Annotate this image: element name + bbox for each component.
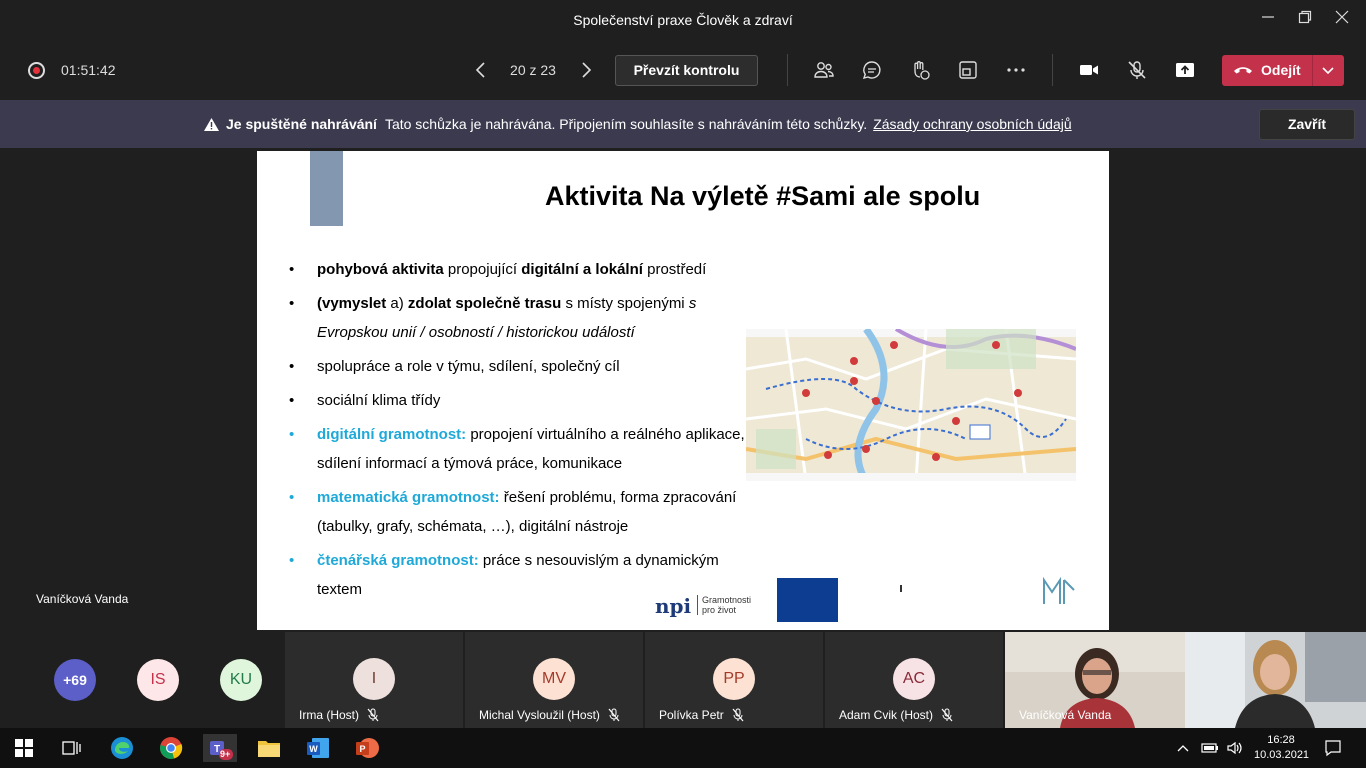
- avatar: MV: [533, 658, 575, 700]
- slide-bullets: pohybová aktivita propojující digitální …: [287, 255, 757, 609]
- participant-name: Vaníčková Vanda: [1019, 708, 1112, 722]
- slide-title: Aktivita Na výletě #Sami ale spolu: [545, 181, 981, 211]
- file-explorer-icon[interactable]: [255, 734, 283, 762]
- video-tile-self[interactable]: [1185, 632, 1366, 728]
- participant-tile[interactable]: I Irma (Host): [285, 632, 463, 728]
- volume-icon[interactable]: [1223, 734, 1247, 762]
- next-slide-button[interactable]: [571, 56, 601, 84]
- avatar[interactable]: KU: [220, 659, 262, 701]
- bullet-item: (vymyslet a) zdolat společně trasu s mís…: [287, 289, 757, 347]
- maximize-icon[interactable]: [1293, 8, 1317, 32]
- leave-label: Odejít: [1261, 62, 1301, 78]
- route-map-image: [746, 329, 1076, 481]
- avatar: AC: [893, 658, 935, 700]
- mic-off-icon: [608, 708, 620, 722]
- participant-name: Polívka Petr: [659, 708, 724, 722]
- teams-badge: 9+: [220, 749, 231, 759]
- edge-browser-icon[interactable]: [108, 734, 136, 762]
- content-stage: Vaníčková Vanda Aktivita Na výletě #Sami…: [0, 148, 1366, 632]
- recording-text: Tato schůzka je nahrávána. Připojením so…: [384, 116, 868, 132]
- more-options-icon[interactable]: [1001, 56, 1031, 84]
- take-control-button[interactable]: Převzít kontrolu: [615, 55, 758, 86]
- close-banner-button[interactable]: Zavřít: [1259, 109, 1355, 140]
- mic-muted-button[interactable]: [1122, 56, 1152, 84]
- clock-time: 16:28: [1267, 734, 1295, 746]
- recording-icon: [28, 62, 45, 79]
- clock-date: 10.03.2021: [1254, 749, 1310, 761]
- privacy-policy-link[interactable]: Zásady ochrany osobních údajů: [873, 116, 1071, 132]
- avatar[interactable]: IS: [137, 659, 179, 701]
- chevron-up-icon[interactable]: [1173, 734, 1193, 762]
- toolbar-divider: [787, 54, 788, 86]
- chat-button[interactable]: [857, 56, 887, 84]
- svg-text:W: W: [309, 744, 318, 754]
- system-clock[interactable]: 16:28 10.03.2021: [1254, 733, 1310, 763]
- leave-divider: [1312, 55, 1313, 86]
- bullet-item: pohybová aktivita propojující digitální …: [287, 255, 757, 284]
- participants-button[interactable]: [809, 56, 839, 84]
- mic-off-icon: [732, 708, 744, 722]
- more-participants-button[interactable]: +69: [54, 659, 96, 701]
- recording-title: Je spuštěné nahrávání: [226, 116, 377, 132]
- raise-hand-button[interactable]: [905, 56, 935, 84]
- participant-name: Adam Cvik (Host): [839, 708, 934, 722]
- avatar: PP: [713, 658, 755, 700]
- close-window-icon[interactable]: [1330, 8, 1354, 32]
- participant-name: Irma (Host): [299, 708, 359, 722]
- mic-off-icon: [367, 708, 379, 722]
- participant-tile[interactable]: MV Michal Vysloužil (Host): [465, 632, 643, 728]
- eu-flag-logo: [777, 578, 838, 622]
- slide-accent-bar: [310, 151, 343, 226]
- battery-icon[interactable]: [1199, 734, 1221, 762]
- meeting-toolbar: 01:51:42 20 z 23 Převzít kontrolu Odejít: [0, 40, 1366, 100]
- participant-tile[interactable]: AC Adam Cvik (Host): [825, 632, 1003, 728]
- breakout-rooms-button[interactable]: [953, 56, 983, 84]
- bullet-item: spolupráce a role v týmu, sdílení, spole…: [287, 352, 757, 381]
- video-tile-presenter[interactable]: Vaníčková Vanda: [1005, 632, 1185, 728]
- svg-text:P: P: [359, 744, 365, 754]
- participant-name: Michal Vysloužil (Host): [479, 708, 600, 722]
- hang-up-icon: [1234, 67, 1252, 74]
- share-content-button[interactable]: [1170, 56, 1200, 84]
- bullet-item: digitální gramotnost: propojení virtuáln…: [287, 420, 757, 478]
- leave-button[interactable]: Odejít: [1222, 55, 1344, 86]
- word-app-icon[interactable]: W: [304, 734, 332, 762]
- msmt-logo: [1041, 576, 1077, 612]
- chevron-down-icon[interactable]: [1319, 61, 1337, 79]
- warning-icon: [204, 117, 219, 131]
- recording-message: Je spuštěné nahrávání Tato schůzka je na…: [203, 116, 1072, 132]
- participant-strip: +69 IS KU I Irma (Host) MV Michal Vyslou…: [0, 632, 1366, 728]
- npi-logo: npi: [655, 594, 692, 618]
- task-view-icon[interactable]: [58, 734, 86, 762]
- bullet-item: matematická gramotnost: řešení problému,…: [287, 483, 757, 541]
- teams-app-icon[interactable]: T 9+: [203, 734, 237, 762]
- bullet-item: sociální klima třídy: [287, 386, 757, 415]
- participant-tile[interactable]: PP Polívka Petr: [645, 632, 823, 728]
- minimize-icon[interactable]: [1256, 8, 1280, 32]
- previous-slide-button[interactable]: [466, 56, 496, 84]
- window-title: Společenství praxe Člověk a zdraví: [573, 12, 793, 28]
- avatar: I: [353, 658, 395, 700]
- toolbar-divider: [1052, 54, 1053, 86]
- camera-button[interactable]: [1074, 56, 1104, 84]
- chrome-browser-icon[interactable]: [157, 734, 185, 762]
- windows-taskbar: T 9+ W P 16:28 10.03.2021: [0, 728, 1366, 768]
- presenter-name: Vaníčková Vanda: [36, 592, 129, 606]
- slide-pager: 20 z 23: [510, 62, 556, 78]
- shared-slide: Aktivita Na výletě #Sami ale spolu pohyb…: [257, 151, 1109, 630]
- title-bar: Společenství praxe Člověk a zdraví: [0, 0, 1366, 40]
- windows-start-icon[interactable]: [10, 734, 38, 762]
- recording-banner: Je spuštěné nahrávání Tato schůzka je na…: [0, 100, 1366, 148]
- notifications-icon[interactable]: [1319, 734, 1347, 762]
- logo-divider: [900, 585, 902, 592]
- npi-logo-subtitle: Gramotnosti pro život: [697, 595, 751, 615]
- powerpoint-app-icon[interactable]: P: [353, 734, 381, 762]
- mic-off-icon: [941, 708, 953, 722]
- meeting-timer: 01:51:42: [61, 62, 116, 78]
